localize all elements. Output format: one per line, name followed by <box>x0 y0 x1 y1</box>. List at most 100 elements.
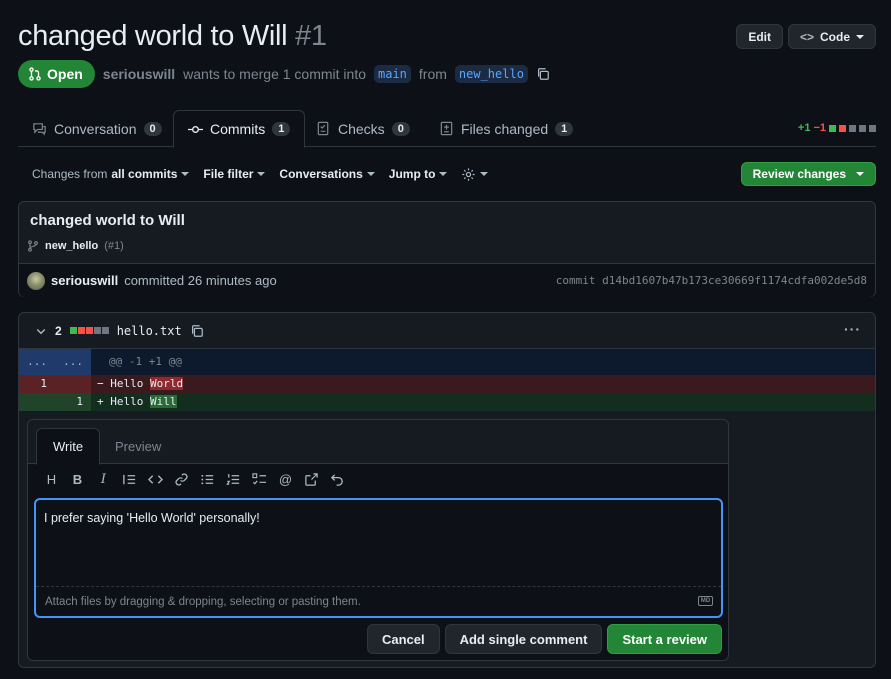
chevron-down-icon[interactable] <box>35 325 47 337</box>
changes-from-dropdown[interactable]: Changes from all commits <box>32 167 190 181</box>
conversations-dropdown[interactable]: Conversations <box>279 167 375 181</box>
tab-counter: 0 <box>391 121 410 136</box>
tab-conversation[interactable]: Conversation 0 <box>18 110 176 147</box>
commit-action: committed 26 minutes ago <box>124 273 277 288</box>
comment-actions: Cancel Add single comment Start a review <box>366 624 722 654</box>
mention-icon[interactable]: @ <box>278 472 293 487</box>
commit-branch: new_hello (#1) <box>27 240 124 252</box>
pr-title-text: changed world to Will <box>18 20 288 52</box>
chevron-down-icon <box>856 172 864 176</box>
code-text: Hello <box>110 395 150 408</box>
edit-button[interactable]: Edit <box>736 24 783 49</box>
commit-branch-name[interactable]: new_hello <box>45 240 98 252</box>
code-line: + Hello Will <box>91 393 875 411</box>
task-list-icon[interactable] <box>252 472 267 487</box>
chevron-down-icon <box>181 172 190 176</box>
head-branch[interactable]: new_hello <box>454 65 528 83</box>
jump-to-dropdown[interactable]: Jump to <box>389 167 448 181</box>
unordered-list-icon[interactable] <box>200 472 215 487</box>
tab-counter: 1 <box>555 121 574 136</box>
comment-icon <box>33 123 46 136</box>
hunk-expand[interactable]: ... ... <box>19 349 91 375</box>
new-line-number[interactable]: 1 <box>55 393 91 411</box>
avatar[interactable] <box>27 271 45 290</box>
pr-number: #1 <box>295 20 327 52</box>
heading-icon[interactable]: H <box>44 472 59 487</box>
tab-write[interactable]: Write <box>36 428 101 465</box>
expand-left[interactable]: ... <box>19 349 55 375</box>
review-changes-button[interactable]: Review changes <box>740 162 876 186</box>
pull-request-icon <box>29 67 41 81</box>
file-filter-dropdown[interactable]: File filter <box>203 167 266 181</box>
code-line: − Hello World <box>91 375 875 393</box>
copy-icon[interactable] <box>190 324 204 338</box>
status-label: Open <box>47 66 83 82</box>
commit-author[interactable]: seriouswill <box>51 273 118 288</box>
start-review-button[interactable]: Start a review <box>607 624 722 654</box>
pr-state-row: Open seriouswill wants to merge 1 commit… <box>18 60 550 88</box>
changes-from-prefix: Changes from <box>32 167 108 181</box>
cross-reference-icon[interactable] <box>304 472 319 487</box>
checklist-icon <box>317 121 329 136</box>
tab-label: Files changed <box>461 120 549 137</box>
bold-icon[interactable]: B <box>70 472 85 487</box>
word-highlight: Will <box>150 395 177 408</box>
file-diff-icon <box>440 121 453 136</box>
chevron-down-icon <box>439 172 448 176</box>
commit-sha[interactable]: commit d14bd1607b47b173ce30669f1174cdfa0… <box>556 274 867 287</box>
comment-textarea[interactable]: I prefer saying 'Hello World' personally… <box>34 498 723 618</box>
old-line-number[interactable]: 1 <box>19 375 55 393</box>
tab-label: Commits <box>210 121 266 137</box>
diffstat-block <box>69 327 77 334</box>
commit-pr-ref[interactable]: (#1) <box>104 240 124 252</box>
diffstat-additions: +1 <box>797 122 811 134</box>
diffstat-block <box>77 327 85 334</box>
diffstat-block <box>829 124 836 132</box>
diffstat: +1 −1 <box>798 122 876 134</box>
settings-dropdown[interactable] <box>461 167 489 182</box>
tab-checks[interactable]: Checks 0 <box>302 110 424 147</box>
copy-icon[interactable] <box>536 67 550 81</box>
code-icon[interactable] <box>148 472 163 487</box>
commit-title[interactable]: changed world to Will <box>30 212 185 229</box>
commit-icon <box>188 125 203 133</box>
base-branch[interactable]: main <box>374 65 411 83</box>
kebab-menu-icon[interactable]: ··· <box>844 321 861 337</box>
chevron-down-icon <box>366 172 375 176</box>
code-button[interactable]: <> Code <box>787 24 876 49</box>
commit-meta: seriouswill committed 26 minutes ago com… <box>19 263 875 297</box>
tab-preview[interactable]: Preview <box>99 428 177 464</box>
new-line-number <box>55 375 91 393</box>
diffstat-block <box>849 124 856 132</box>
file-name[interactable]: hello.txt <box>117 324 182 338</box>
expand-right[interactable]: ... <box>55 349 91 375</box>
file-diffstat <box>69 327 109 334</box>
added-line: 1 + Hello Will <box>19 393 875 411</box>
tab-files-changed[interactable]: Files changed 1 <box>425 110 587 147</box>
diff-toolbar: Changes from all commits File filter Con… <box>32 162 876 186</box>
file-change-count: 2 <box>55 323 62 338</box>
code-button-label: Code <box>820 29 850 44</box>
markdown-icon[interactable]: MD <box>698 596 713 606</box>
status-badge: Open <box>18 60 95 88</box>
add-single-comment-button[interactable]: Add single comment <box>444 624 603 654</box>
link-icon[interactable] <box>174 472 189 487</box>
cancel-button[interactable]: Cancel <box>366 624 440 654</box>
from-text: from <box>418 66 447 82</box>
ordered-list-icon[interactable] <box>226 472 241 487</box>
tab-label: Checks <box>338 120 385 137</box>
italic-icon[interactable]: I <box>96 472 111 487</box>
old-line-number <box>19 393 55 411</box>
code-text: Hello <box>110 377 150 390</box>
diffstat-block <box>101 327 109 334</box>
tab-counter: 0 <box>143 121 162 136</box>
file-filter-label: File filter <box>203 167 254 181</box>
commit-summary: changed world to Will new_hello (#1) ser… <box>18 201 876 297</box>
undo-icon[interactable] <box>330 472 345 487</box>
tab-commits[interactable]: Commits 1 <box>173 110 306 148</box>
author-link[interactable]: seriouswill <box>103 66 175 82</box>
review-changes-label: Review changes <box>752 167 846 181</box>
chevron-down-icon <box>257 172 266 176</box>
attach-files-area[interactable]: Attach files by dragging & dropping, sel… <box>36 586 721 616</box>
quote-icon[interactable] <box>122 472 137 487</box>
